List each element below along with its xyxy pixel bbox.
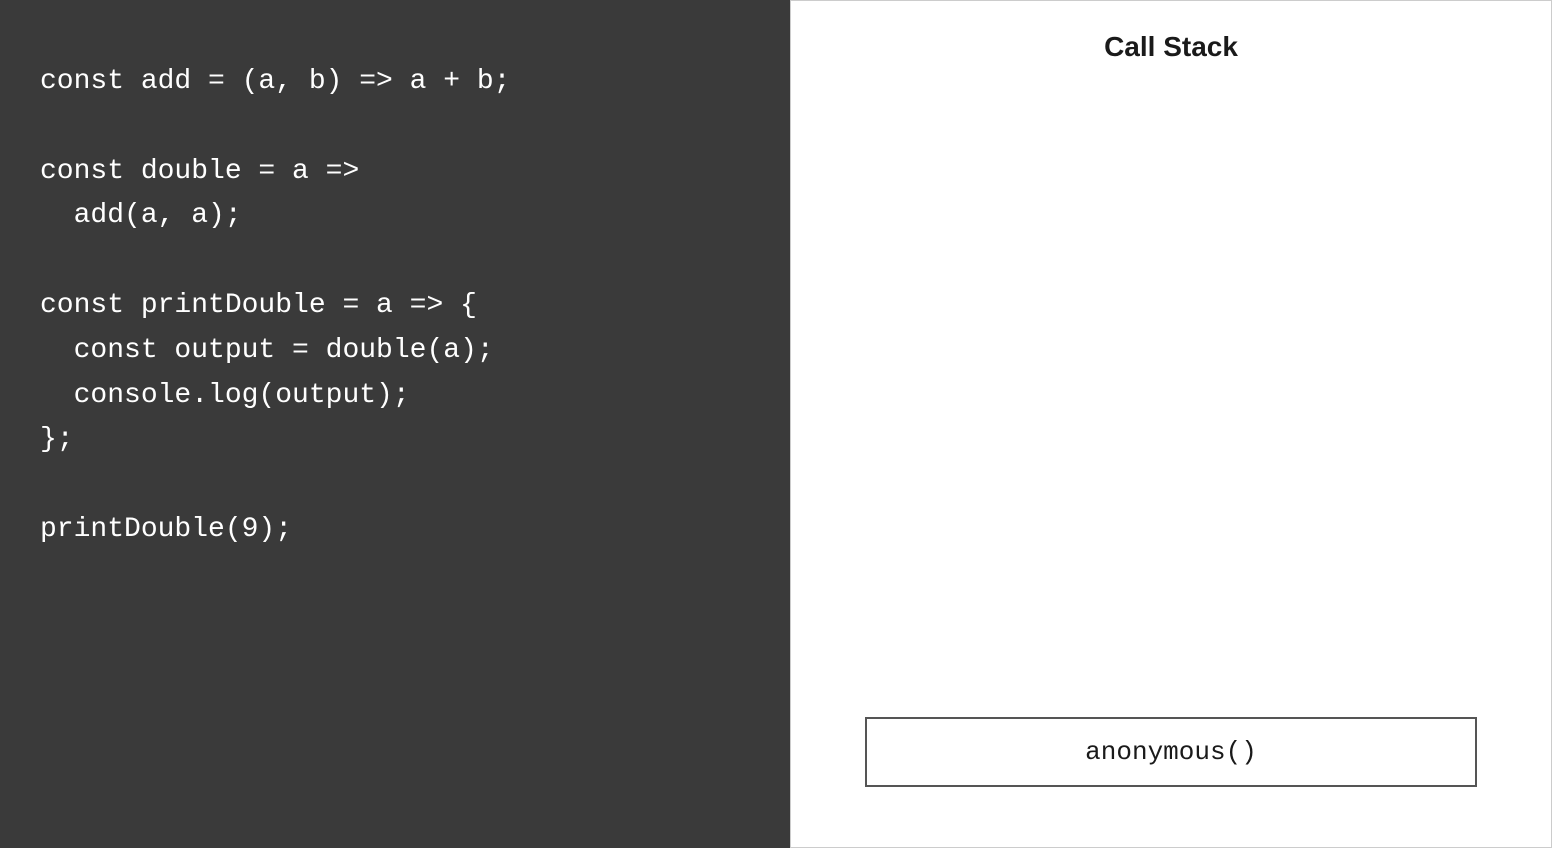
call-stack-item-anonymous: anonymous()	[865, 717, 1477, 787]
code-panel: const add = (a, b) => a + b; const doubl…	[0, 0, 790, 848]
call-stack-panel: Call Stack anonymous()	[790, 0, 1552, 848]
call-stack-title: Call Stack	[1104, 31, 1238, 63]
call-stack-items: anonymous()	[811, 717, 1531, 817]
code-block: const add = (a, b) => a + b; const doubl…	[40, 60, 510, 553]
